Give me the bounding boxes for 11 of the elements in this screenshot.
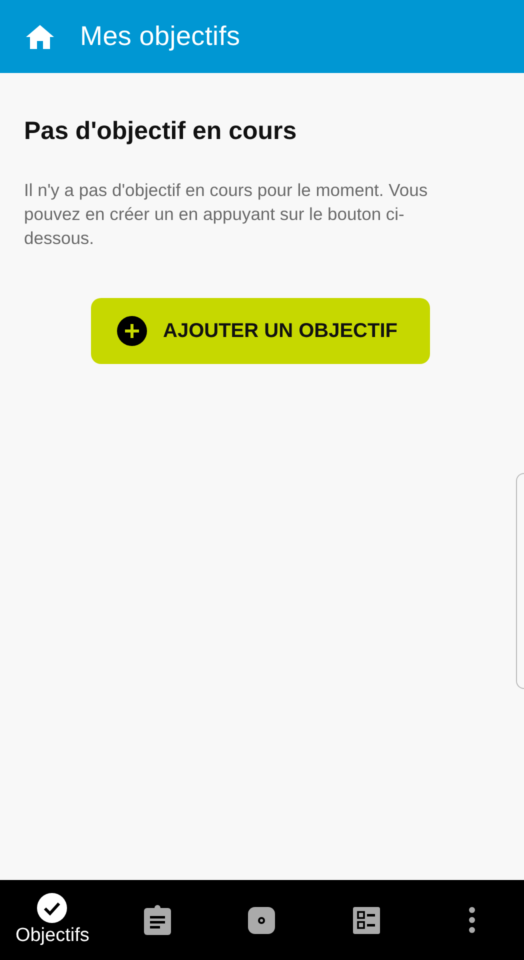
home-icon[interactable] xyxy=(26,24,54,48)
checklist-icon xyxy=(353,906,380,934)
clipboard-icon xyxy=(144,905,171,935)
check-circle-icon xyxy=(37,893,68,923)
empty-state-title: Pas d'objectif en cours xyxy=(24,117,298,146)
add-goal-button[interactable]: AJOUTER UN OBJECTIF xyxy=(91,298,430,364)
more-icon xyxy=(468,907,475,933)
screen-title: Mes objectifs xyxy=(80,21,240,52)
empty-state-message: Il n'y a pas d'objectif en cours pour le moment. Vous pouvez en créer un en appuyant sur le bouton ci-dessous. xyxy=(24,179,429,250)
edge-panel-handle[interactable] xyxy=(516,473,524,689)
plus-circle-icon xyxy=(117,316,147,346)
